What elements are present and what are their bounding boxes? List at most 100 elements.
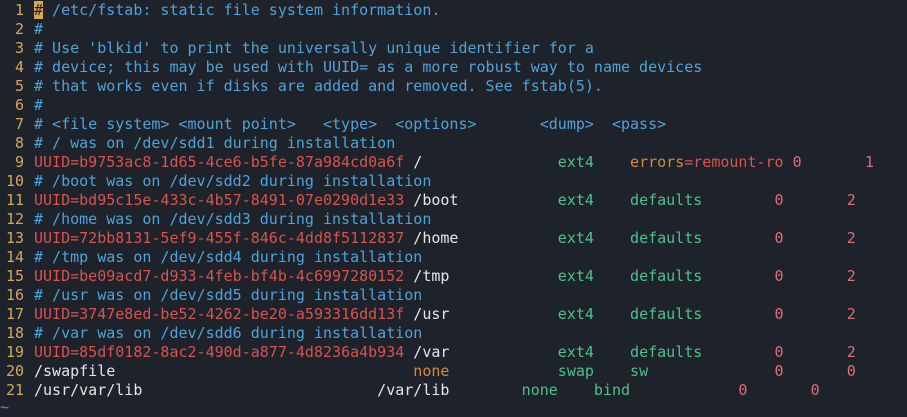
editor-line[interactable]: 4 # device; this may be used with UUID= a… bbox=[0, 58, 907, 77]
text-token: # /boot was on /dev/sdd2 during installa… bbox=[34, 172, 432, 190]
text-token: 2 bbox=[846, 191, 856, 209]
text-token: ext4 bbox=[557, 153, 594, 171]
text-token: /usr/var/lib /var/lib bbox=[34, 381, 522, 399]
editor-line[interactable]: 20/swapfile none swap sw 0 0 bbox=[0, 362, 907, 381]
editor-line[interactable]: 18 # /var was on /dev/sdd6 during install… bbox=[0, 324, 907, 343]
editor-line[interactable]: 21/usr/var/lib /var/lib none bind 0 0 bbox=[0, 381, 907, 400]
text-token: # /home was on /dev/sdd3 during installa… bbox=[34, 210, 432, 228]
editor-line[interactable]: 15 UUID=be09acd7-d933-4feb-bf4b-4c6997280… bbox=[0, 267, 907, 286]
text-token: # /usr was on /dev/sdd5 during installat… bbox=[34, 286, 423, 304]
line-text: UUID=bd95c15e-433c-4b57-8491-07e0290d1e3… bbox=[34, 191, 856, 210]
text-token: ext4 bbox=[557, 191, 594, 209]
line-number: 9 bbox=[14, 153, 24, 171]
text-token: none bbox=[413, 362, 450, 380]
line-number: 20 bbox=[5, 362, 24, 380]
line-number: 1 bbox=[14, 1, 24, 19]
line-number: 5 bbox=[14, 77, 24, 95]
text-token: /boot bbox=[404, 191, 558, 209]
text-token: # device; this may be used with UUID= as… bbox=[34, 58, 703, 76]
line-text: # bbox=[34, 20, 43, 39]
text-token: defaults bbox=[630, 267, 703, 285]
line-number: 12 bbox=[5, 210, 24, 228]
text-token: =85df0182-8ac2-490d-a877-4d8236a4b934 bbox=[70, 343, 405, 361]
text-token: /etc/fstab: static file system informati… bbox=[43, 1, 441, 19]
text-token: 0 bbox=[774, 229, 784, 247]
text-token: 0 bbox=[810, 381, 820, 399]
text-token: # bbox=[34, 96, 44, 114]
editor-line[interactable]: 16 # /usr was on /dev/sdd5 during install… bbox=[0, 286, 907, 305]
text-token: defaults bbox=[630, 343, 703, 361]
text-token: 0 bbox=[774, 362, 784, 380]
text-token: UUID bbox=[34, 305, 71, 323]
editor-line[interactable]: 11 UUID=bd95c15e-433c-4b57-8491-07e0290d1… bbox=[0, 191, 907, 210]
editor-line[interactable]: 5 # that works even if disks are added an… bbox=[0, 77, 907, 96]
text-token: none bbox=[521, 381, 558, 399]
editor-line[interactable]: 19 UUID=85df0182-8ac2-490d-a877-4d8236a4b… bbox=[0, 343, 907, 362]
text-token: # / was on /dev/sdd1 during installation bbox=[34, 134, 396, 152]
text-token: # <file system> <mount point> <type> <op… bbox=[34, 115, 667, 133]
text-token: # Use 'blkid' to print the universally u… bbox=[34, 39, 594, 57]
text-token: 0 bbox=[774, 267, 784, 285]
line-text: UUID=85df0182-8ac2-490d-a877-4d8236a4b93… bbox=[34, 343, 856, 362]
line-text: # /tmp was on /dev/sdd4 during installat… bbox=[34, 248, 422, 267]
text-token: defaults bbox=[630, 305, 703, 323]
editor-line[interactable]: 13 UUID=72bb8131-5ef9-455f-846c-4dd8f5112… bbox=[0, 229, 907, 248]
text-token: ext4 bbox=[557, 343, 594, 361]
line-text: UUID=3747e8ed-be52-4262-be20-a593316dd13… bbox=[34, 305, 856, 324]
text-token: # bbox=[34, 20, 44, 38]
text-token: /var bbox=[404, 343, 558, 361]
editor-buffer[interactable]: 1 # /etc/fstab: static file system inform… bbox=[0, 0, 907, 416]
text-token: / bbox=[404, 153, 558, 171]
text-token: 1 bbox=[864, 153, 874, 171]
text-token: 2 bbox=[846, 305, 856, 323]
editor-line[interactable]: 17 UUID=3747e8ed-be52-4262-be20-a593316dd… bbox=[0, 305, 907, 324]
text-token: 0 bbox=[774, 305, 784, 323]
editor-line[interactable]: 1 # /etc/fstab: static file system inform… bbox=[0, 1, 907, 20]
editor-line[interactable]: 14 # /tmp was on /dev/sdd4 during install… bbox=[0, 248, 907, 267]
text-token: errors bbox=[630, 153, 685, 171]
text-token: UUID bbox=[34, 343, 71, 361]
editor-line[interactable]: 10 # /boot was on /dev/sdd2 during instal… bbox=[0, 172, 907, 191]
line-number: 6 bbox=[14, 96, 24, 114]
editor-line[interactable]: 6 # bbox=[0, 96, 907, 115]
line-number: 13 bbox=[5, 229, 24, 247]
text-token: =be09acd7-d933-4feb-bf4b-4c6997280152 bbox=[70, 267, 405, 285]
line-text: # /home was on /dev/sdd3 during installa… bbox=[34, 210, 431, 229]
text-token: UUID bbox=[34, 267, 71, 285]
line-text: # / was on /dev/sdd1 during installation bbox=[34, 134, 395, 153]
editor-line[interactable]: 7 # <file system> <mount point> <type> <o… bbox=[0, 115, 907, 134]
line-number: 2 bbox=[14, 20, 24, 38]
text-token: sw bbox=[630, 362, 649, 380]
text-token: 2 bbox=[846, 267, 856, 285]
editor-line[interactable]: 9 UUID=b9753ac8-1d65-4ce6-b5fe-87a984cd0a… bbox=[0, 153, 907, 172]
text-token: ext4 bbox=[557, 305, 594, 323]
line-number: 11 bbox=[5, 191, 24, 209]
empty-line-tilde: ~ bbox=[0, 398, 10, 416]
line-text: UUID=be09acd7-d933-4feb-bf4b-4c699728015… bbox=[34, 267, 856, 286]
line-text: # Use 'blkid' to print the universally u… bbox=[34, 39, 594, 58]
editor-line[interactable]: 12 # /home was on /dev/sdd3 during instal… bbox=[0, 210, 907, 229]
text-token: bind bbox=[593, 381, 631, 399]
line-number: 16 bbox=[5, 286, 24, 304]
line-text: UUID=72bb8131-5ef9-455f-846c-4dd8f511283… bbox=[34, 229, 856, 248]
line-number: 10 bbox=[5, 172, 24, 190]
editor-line[interactable]: 3 # Use 'blkid' to print the universally … bbox=[0, 39, 907, 58]
text-token: 0 bbox=[846, 362, 856, 380]
editor-line[interactable]: 2 # bbox=[0, 20, 907, 39]
line-text: UUID=b9753ac8-1d65-4ce6-b5fe-87a984cd0a6… bbox=[34, 153, 874, 172]
text-token: =3747e8ed-be52-4262-be20-a593316dd13f bbox=[70, 305, 405, 323]
editor-line[interactable]: 8 # / was on /dev/sdd1 during installatio… bbox=[0, 134, 907, 153]
